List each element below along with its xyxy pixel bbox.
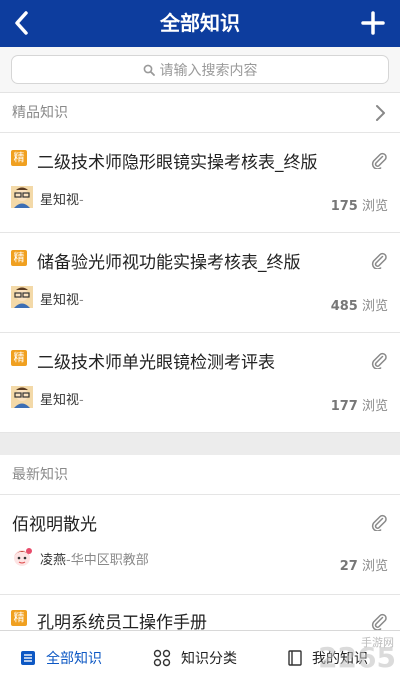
item-title: 二级技术师隐形眼镜实操考核表_终版 bbox=[37, 153, 318, 173]
tab-all-knowledge[interactable]: 全部知识 bbox=[20, 631, 102, 683]
attachment-icon bbox=[371, 352, 387, 369]
author-name: 星知视 bbox=[40, 193, 80, 208]
item-author: 星知视- bbox=[40, 289, 84, 308]
avatar bbox=[11, 386, 33, 408]
search-placeholder: 请输入搜索内容 bbox=[159, 62, 258, 79]
author-org: - bbox=[79, 293, 84, 308]
featured-section-header[interactable]: 精品知识 bbox=[0, 93, 400, 133]
avatar bbox=[14, 548, 32, 566]
view-unit: 浏览 bbox=[361, 299, 388, 314]
add-icon[interactable] bbox=[360, 10, 386, 36]
tab-label: 全部知识 bbox=[46, 650, 102, 667]
item-title: 二级技术师单光眼镜检测考评表 bbox=[37, 353, 275, 373]
chevron-right-icon[interactable] bbox=[374, 104, 386, 122]
list-item[interactable]: 精 二级技术师单光眼镜检测考评表 星知视- 177 浏览 bbox=[0, 333, 400, 433]
view-unit: 浏览 bbox=[361, 199, 388, 214]
featured-badge: 精 bbox=[11, 150, 27, 166]
bottom-tab-bar: 全部知识 知识分类 我的知识 2265 手游网 bbox=[0, 630, 400, 683]
tab-label: 知识分类 bbox=[181, 650, 237, 667]
view-unit: 浏览 bbox=[361, 559, 388, 574]
attachment-icon bbox=[371, 613, 387, 630]
page-title: 全部知识 bbox=[160, 11, 240, 35]
item-title: 佰视明散光 bbox=[12, 515, 97, 535]
view-number: 177 bbox=[330, 399, 358, 414]
author-name: 星知视 bbox=[40, 293, 80, 308]
search-bar: 请输入搜索内容 bbox=[0, 47, 400, 93]
featured-badge: 精 bbox=[11, 350, 27, 366]
view-number: 175 bbox=[330, 199, 358, 214]
search-icon bbox=[143, 64, 155, 76]
attachment-icon bbox=[371, 252, 387, 269]
item-author: 星知视- bbox=[40, 389, 84, 408]
view-count: 27 浏览 bbox=[340, 555, 388, 574]
tab-categories[interactable]: 知识分类 bbox=[153, 631, 237, 683]
author-name: 凌燕 bbox=[40, 553, 67, 568]
list-item[interactable]: 佰视明散光 凌燕-华中区职教部 27 浏览 bbox=[0, 495, 400, 595]
watermark: 2265 手游网 bbox=[318, 631, 396, 683]
author-org: - bbox=[79, 393, 84, 408]
item-author: 凌燕-华中区职教部 bbox=[40, 549, 149, 568]
avatar bbox=[11, 286, 33, 308]
list-item[interactable]: 精 储备验光师视功能实操考核表_终版 星知视- 485 浏览 bbox=[0, 233, 400, 333]
view-count: 175 浏览 bbox=[331, 195, 388, 214]
search-input[interactable]: 请输入搜索内容 bbox=[11, 55, 389, 84]
attachment-icon bbox=[371, 152, 387, 169]
author-name: 星知视 bbox=[40, 393, 80, 408]
latest-section-header: 最新知识 bbox=[0, 455, 400, 495]
featured-badge: 精 bbox=[11, 610, 27, 626]
latest-section-label: 最新知识 bbox=[12, 467, 68, 483]
avatar bbox=[11, 186, 33, 208]
grid-icon bbox=[153, 649, 171, 666]
item-title: 储备验光师视功能实操考核表_终版 bbox=[37, 253, 301, 273]
list-item[interactable]: 精 二级技术师隐形眼镜实操考核表_终版 星知视- 175 浏览 bbox=[0, 133, 400, 233]
view-number: 485 bbox=[330, 299, 358, 314]
view-number: 27 bbox=[339, 559, 358, 574]
item-author: 星知视- bbox=[40, 189, 84, 208]
watermark-sub: 手游网 bbox=[361, 636, 394, 649]
list-icon bbox=[21, 650, 35, 665]
view-count: 177 浏览 bbox=[331, 395, 388, 414]
book-icon bbox=[288, 649, 302, 666]
section-divider bbox=[0, 433, 400, 455]
view-count: 485 浏览 bbox=[331, 295, 388, 314]
author-org: - bbox=[79, 193, 84, 208]
featured-badge: 精 bbox=[11, 250, 27, 266]
header-bar: 全部知识 bbox=[0, 0, 400, 47]
attachment-icon bbox=[371, 514, 387, 531]
author-org: -华中区职教部 bbox=[66, 553, 149, 568]
featured-section-label: 精品知识 bbox=[12, 105, 68, 121]
view-unit: 浏览 bbox=[361, 399, 388, 414]
